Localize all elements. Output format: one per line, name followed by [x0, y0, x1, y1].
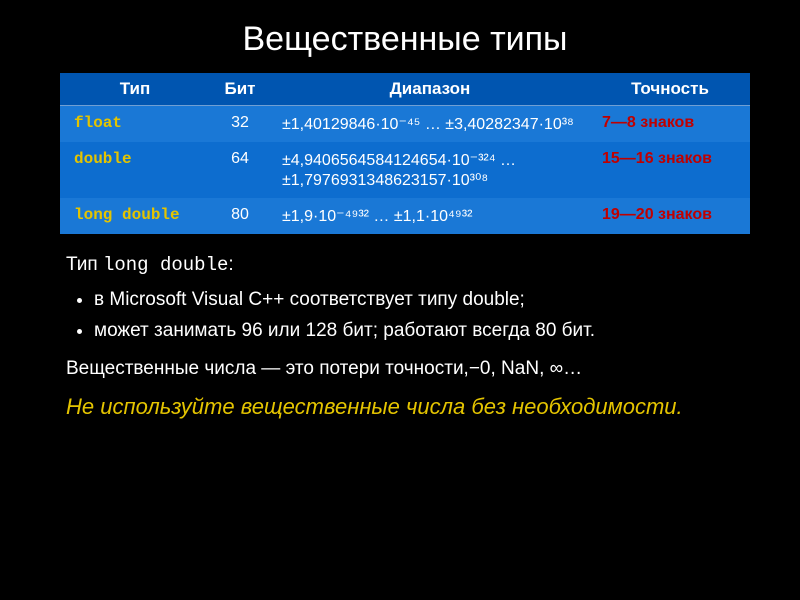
cell-bits: 32 — [210, 106, 270, 143]
table-row: float 32 ±1,40129846·10⁻⁴⁵ … ±3,40282347… — [60, 106, 750, 143]
cell-precision: 19—20 знаков — [590, 198, 750, 234]
table-row: double 64 ±4,9406564584124654·10⁻³²⁴ … ±… — [60, 142, 750, 198]
bullet-list: в Microsoft Visual C++ соответствует тип… — [94, 287, 750, 344]
cell-range: ±1,40129846·10⁻⁴⁵ … ±3,40282347·10³⁸ — [270, 106, 590, 143]
lead-prefix: Тип — [66, 254, 103, 275]
cell-range: ±1,9·10⁻⁴⁹³² … ±1,1·10⁴⁹³² — [270, 198, 590, 234]
cell-precision: 7—8 знаков — [590, 106, 750, 143]
col-precision: Точность — [590, 73, 750, 106]
cell-bits: 80 — [210, 198, 270, 234]
list-item: в Microsoft Visual C++ соответствует тип… — [94, 287, 750, 313]
lead-suffix: : — [228, 254, 233, 275]
lead-paragraph: Тип long double: — [66, 252, 750, 279]
cell-type: long double — [60, 198, 210, 234]
emphasized-advice: Не используйте вещественные числа без не… — [66, 392, 750, 422]
paragraph: Вещественные числа — это потери точности… — [66, 356, 750, 382]
list-item: может занимать 96 или 128 бит; работают … — [94, 318, 750, 344]
cell-type: double — [60, 142, 210, 198]
cell-range: ±4,9406564584124654·10⁻³²⁴ … ±1,79769313… — [270, 142, 590, 198]
cell-type: float — [60, 106, 210, 143]
types-table: Тип Бит Диапазон Точность float 32 ±1,40… — [60, 73, 750, 234]
code-long-double: long double — [103, 254, 228, 276]
table-row: long double 80 ±1,9·10⁻⁴⁹³² … ±1,1·10⁴⁹³… — [60, 198, 750, 234]
body-text: Тип long double: в Microsoft Visual C++ … — [60, 252, 750, 421]
slide: Вещественные типы Тип Бит Диапазон Точно… — [0, 0, 800, 600]
col-range: Диапазон — [270, 73, 590, 106]
table-header-row: Тип Бит Диапазон Точность — [60, 73, 750, 106]
col-type: Тип — [60, 73, 210, 106]
page-title: Вещественные типы — [60, 20, 750, 59]
cell-bits: 64 — [210, 142, 270, 198]
cell-precision: 15—16 знаков — [590, 142, 750, 198]
col-bits: Бит — [210, 73, 270, 106]
